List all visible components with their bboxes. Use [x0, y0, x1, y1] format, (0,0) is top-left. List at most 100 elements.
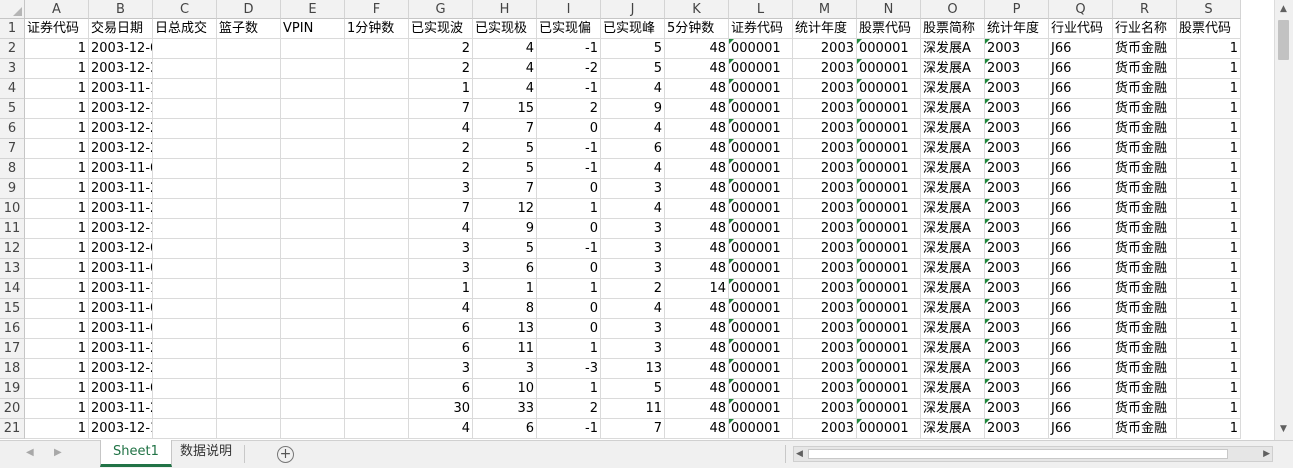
cell-d15[interactable]	[217, 299, 281, 319]
cell-p4[interactable]: 2003	[985, 79, 1049, 99]
cell-e18[interactable]	[281, 359, 345, 379]
column-header-q[interactable]: Q	[1049, 0, 1113, 19]
add-sheet-icon[interactable]: +	[277, 446, 294, 463]
cell-c9[interactable]	[153, 179, 217, 199]
row-header-18[interactable]: 18	[0, 359, 25, 379]
cell-l12[interactable]: 000001	[729, 239, 793, 259]
cell-j9[interactable]: 3	[601, 179, 665, 199]
cell-c4[interactable]	[153, 79, 217, 99]
cell-p20[interactable]: 2003	[985, 399, 1049, 419]
cell-m19[interactable]: 2003	[793, 379, 857, 399]
cell-r4[interactable]: 货币金融	[1113, 79, 1177, 99]
cell-h20[interactable]: 33	[473, 399, 537, 419]
cell-h16[interactable]: 13	[473, 319, 537, 339]
cell-r17[interactable]: 货币金融	[1113, 339, 1177, 359]
cell-k10[interactable]: 48	[665, 199, 729, 219]
cell-p16[interactable]: 2003	[985, 319, 1049, 339]
vertical-scrollbar[interactable]: ▲ ▼	[1274, 0, 1293, 440]
cell-f11[interactable]	[345, 219, 409, 239]
cell-g2[interactable]: 2	[409, 39, 473, 59]
cell-h6[interactable]: 7	[473, 119, 537, 139]
cell-b10[interactable]: 2003-11-20	[89, 199, 153, 219]
cell-c13[interactable]	[153, 259, 217, 279]
cell-o4[interactable]: 深发展A	[921, 79, 985, 99]
cell-s4[interactable]: 1	[1177, 79, 1241, 99]
cell-a20[interactable]: 1	[25, 399, 89, 419]
cell-i9[interactable]: 0	[537, 179, 601, 199]
cell-q9[interactable]: J66	[1049, 179, 1113, 199]
cell-a2[interactable]: 1	[25, 39, 89, 59]
row-header-12[interactable]: 12	[0, 239, 25, 259]
cell-p8[interactable]: 2003	[985, 159, 1049, 179]
cell-i19[interactable]: 1	[537, 379, 601, 399]
cell-m7[interactable]: 2003	[793, 139, 857, 159]
cell-i17[interactable]: 1	[537, 339, 601, 359]
cell-a17[interactable]: 1	[25, 339, 89, 359]
cell-p21[interactable]: 2003	[985, 419, 1049, 439]
cell-i3[interactable]: -2	[537, 59, 601, 79]
cell-c14[interactable]	[153, 279, 217, 299]
column-header-i[interactable]: I	[537, 0, 601, 19]
column-header-k[interactable]: K	[665, 0, 729, 19]
vertical-scroll-thumb[interactable]	[1278, 20, 1289, 60]
cell-l3[interactable]: 000001	[729, 59, 793, 79]
cell-q16[interactable]: J66	[1049, 319, 1113, 339]
header-cell-l[interactable]: 证券代码	[729, 19, 793, 39]
cell-r21[interactable]: 货币金融	[1113, 419, 1177, 439]
cell-c10[interactable]	[153, 199, 217, 219]
cell-i16[interactable]: 0	[537, 319, 601, 339]
cell-c12[interactable]	[153, 239, 217, 259]
cell-g9[interactable]: 3	[409, 179, 473, 199]
cell-a12[interactable]: 1	[25, 239, 89, 259]
cell-h10[interactable]: 12	[473, 199, 537, 219]
column-header-l[interactable]: L	[729, 0, 793, 19]
cell-g8[interactable]: 2	[409, 159, 473, 179]
cell-i20[interactable]: 2	[537, 399, 601, 419]
cell-s5[interactable]: 1	[1177, 99, 1241, 119]
cell-k14[interactable]: 14	[665, 279, 729, 299]
cell-a15[interactable]: 1	[25, 299, 89, 319]
cell-q17[interactable]: J66	[1049, 339, 1113, 359]
row-header-21[interactable]: 21	[0, 419, 25, 439]
cell-i8[interactable]: -1	[537, 159, 601, 179]
cell-m5[interactable]: 2003	[793, 99, 857, 119]
cell-q6[interactable]: J66	[1049, 119, 1113, 139]
cell-j7[interactable]: 6	[601, 139, 665, 159]
cell-c11[interactable]	[153, 219, 217, 239]
header-cell-n[interactable]: 股票代码	[857, 19, 921, 39]
cell-s17[interactable]: 1	[1177, 339, 1241, 359]
cell-f21[interactable]	[345, 419, 409, 439]
cell-c3[interactable]	[153, 59, 217, 79]
cell-p13[interactable]: 2003	[985, 259, 1049, 279]
row-header-13[interactable]: 13	[0, 259, 25, 279]
cell-j11[interactable]: 3	[601, 219, 665, 239]
cell-d6[interactable]	[217, 119, 281, 139]
column-header-r[interactable]: R	[1113, 0, 1177, 19]
cell-b17[interactable]: 2003-11-28	[89, 339, 153, 359]
cell-h9[interactable]: 7	[473, 179, 537, 199]
cell-j18[interactable]: 13	[601, 359, 665, 379]
cell-e8[interactable]	[281, 159, 345, 179]
cell-q18[interactable]: J66	[1049, 359, 1113, 379]
cell-b16[interactable]: 2003-11-07	[89, 319, 153, 339]
header-cell-a[interactable]: 证券代码	[25, 19, 89, 39]
cell-b12[interactable]: 2003-12-02	[89, 239, 153, 259]
cell-f8[interactable]	[345, 159, 409, 179]
cell-o13[interactable]: 深发展A	[921, 259, 985, 279]
cell-j13[interactable]: 3	[601, 259, 665, 279]
column-header-o[interactable]: O	[921, 0, 985, 19]
cell-i7[interactable]: -1	[537, 139, 601, 159]
column-header-f[interactable]: F	[345, 0, 409, 19]
cell-n21[interactable]: 000001	[857, 419, 921, 439]
cell-j14[interactable]: 2	[601, 279, 665, 299]
cell-j8[interactable]: 4	[601, 159, 665, 179]
cell-r11[interactable]: 货币金融	[1113, 219, 1177, 239]
cell-k3[interactable]: 48	[665, 59, 729, 79]
cell-d19[interactable]	[217, 379, 281, 399]
row-header-3[interactable]: 3	[0, 59, 25, 79]
horizontal-scroll-thumb[interactable]	[808, 449, 1228, 459]
header-cell-o[interactable]: 股票简称	[921, 19, 985, 39]
cell-h3[interactable]: 4	[473, 59, 537, 79]
cell-p5[interactable]: 2003	[985, 99, 1049, 119]
header-cell-m[interactable]: 统计年度	[793, 19, 857, 39]
